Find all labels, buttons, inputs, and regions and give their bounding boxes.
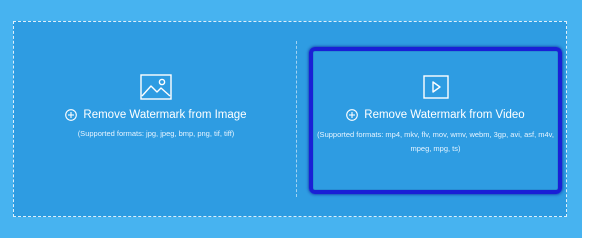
- remove-watermark-image-title: Remove Watermark from Image: [24, 108, 288, 122]
- remove-watermark-image-option[interactable]: Remove Watermark from Image (Supported f…: [24, 44, 288, 194]
- remove-watermark-video-label: Remove Watermark from Video: [364, 109, 525, 121]
- remove-watermark-image-label: Remove Watermark from Image: [83, 109, 247, 121]
- remove-watermark-video-option[interactable]: Remove Watermark from Video (Supported f…: [309, 47, 562, 194]
- remove-watermark-video-title: Remove Watermark from Video: [313, 108, 558, 122]
- plus-circle-icon: [346, 109, 359, 121]
- video-supported-formats: (Supported formats: mp4, mkv, flv, mov, …: [317, 130, 554, 153]
- play-icon: [422, 75, 449, 104]
- image-supported-formats: (Supported formats: jpg, jpeg, bmp, png,…: [77, 129, 235, 138]
- upload-panel: Remove Watermark from Image (Supported f…: [0, 0, 582, 238]
- plus-circle-icon: [65, 109, 78, 121]
- page: Remove Watermark from Image (Supported f…: [0, 0, 600, 242]
- options-divider: [296, 41, 297, 197]
- image-icon: [140, 74, 172, 105]
